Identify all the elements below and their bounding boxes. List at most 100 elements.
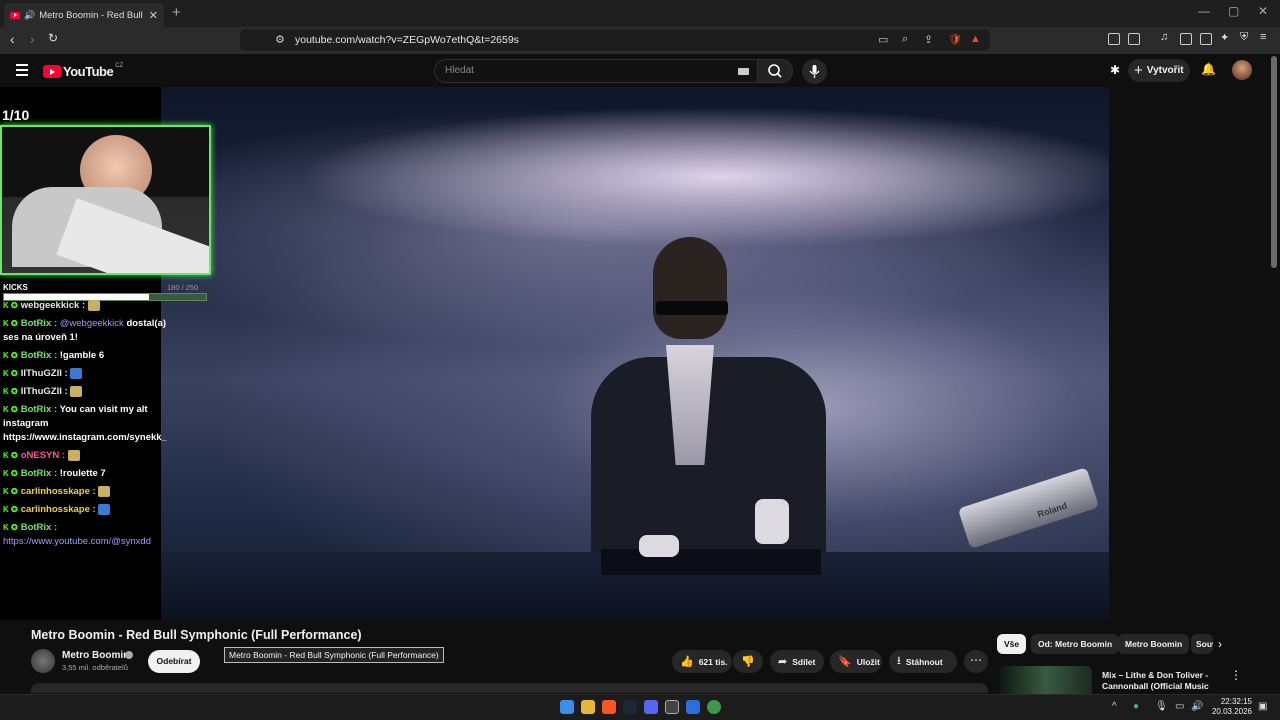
cast-icon[interactable]: ▭ (878, 33, 888, 46)
chat-username[interactable]: BotRix : (21, 522, 57, 533)
clock-time[interactable]: 22:32:15 (1216, 697, 1252, 706)
chat-username[interactable]: webgeekkick : (21, 300, 88, 311)
close-tab-icon[interactable]: ✕ (149, 9, 158, 22)
recommendation-thumbnail[interactable] (1000, 666, 1092, 694)
subscribe-button[interactable]: Odebírat (148, 650, 200, 673)
hamburger-menu-icon[interactable] (16, 64, 28, 79)
obs-icon[interactable] (665, 700, 679, 714)
browser-tab[interactable]: 🔊 Metro Boomin - Red Bull Symphonic (Ful… (4, 3, 164, 27)
chat-username[interactable]: BotRix : (21, 318, 60, 329)
sidebar-icon[interactable] (1128, 33, 1140, 45)
share-button[interactable]: ➦ Sdílet (770, 650, 824, 673)
back-icon[interactable]: ‹ (10, 31, 15, 47)
kick-badge-icon: K ✪ (3, 301, 18, 310)
chat-username[interactable]: IIThuGZII : (21, 368, 71, 379)
url-text[interactable]: youtube.com/watch?v=ZEGpWo7ethQ&t=2659s (295, 34, 519, 46)
vpn-icon[interactable]: ⛨ (1240, 31, 1248, 44)
like-button[interactable]: 👍 621 tis. (672, 650, 732, 673)
media-icon[interactable]: ♫ (1160, 31, 1168, 43)
channel-avatar[interactable] (31, 649, 55, 673)
chat-link[interactable]: https://www.youtube.com/@synxdd (3, 535, 183, 549)
omnibox[interactable]: ⚙ youtube.com/watch?v=ZEGpWo7ethQ&t=2659… (240, 29, 990, 51)
recommendation-title[interactable]: Mix – Lithe & Don Toliver - Cannonball (… (1102, 670, 1212, 694)
minimize-button[interactable]: — (1198, 4, 1210, 18)
page-scrollbar[interactable] (1271, 56, 1277, 268)
wallet-icon[interactable] (1200, 33, 1212, 45)
chat-username[interactable]: carlinhosskape : (21, 504, 99, 515)
brave-browser-icon[interactable] (602, 700, 616, 714)
chat-emote-icon (70, 385, 83, 397)
download-button[interactable]: ⭳ Stáhnout (889, 650, 957, 673)
app-icon[interactable] (686, 700, 700, 714)
close-window-button[interactable]: ✕ (1258, 4, 1268, 18)
site-info-icon[interactable]: ⚙ (275, 33, 285, 46)
notification-center-icon[interactable]: ▣ (1258, 701, 1267, 712)
kick-badge-icon: K ✪ (3, 487, 18, 496)
discord-icon[interactable] (644, 700, 658, 714)
maximize-button[interactable]: ▢ (1228, 4, 1239, 18)
chat-username[interactable]: IIThuGZII : (21, 386, 71, 397)
dislike-button[interactable]: 👎 (733, 650, 763, 673)
recommendation-menu-icon[interactable]: ⋮ (1230, 668, 1242, 682)
premium-sparkle-icon[interactable]: ✱ (1110, 63, 1120, 77)
reading-list-icon[interactable] (1180, 33, 1192, 45)
tray-app-icon[interactable]: ● (1133, 701, 1139, 712)
microphone-icon (809, 65, 820, 78)
keyboard-icon[interactable] (738, 68, 749, 75)
chat-username[interactable]: BotRix : (21, 468, 60, 479)
chip-all[interactable]: Vše (997, 634, 1027, 654)
create-button[interactable]: + Vytvořit (1128, 59, 1190, 82)
account-avatar[interactable] (1232, 60, 1252, 80)
share-icon[interactable]: ⇪ (924, 33, 933, 46)
network-icon[interactable]: ▭ (1175, 701, 1184, 712)
performer-head (653, 237, 727, 339)
chat-mention[interactable]: @webgeekkick (60, 318, 127, 329)
reload-icon[interactable]: ↻ (48, 31, 58, 45)
chat-message: K ✪ IIThuGZII : (3, 385, 183, 399)
leo-ai-icon[interactable]: ✦ (1220, 31, 1229, 44)
notifications-bell-icon[interactable]: 🔔 (1201, 62, 1216, 76)
chat-username[interactable]: BotRix : (21, 404, 60, 415)
brave-shield-icon[interactable]: 🛡 (948, 33, 962, 46)
volume-icon[interactable]: 🔊 (1191, 701, 1203, 712)
address-toolbar: ‹ › ↻ 🔖 ⚙ youtube.com/watch?v=ZEGpWo7eth… (0, 27, 1280, 54)
chat-username[interactable]: oNESYN : (21, 450, 68, 461)
voice-search-button[interactable] (802, 59, 827, 84)
extensions-icon[interactable] (1108, 33, 1120, 45)
description-box[interactable] (31, 683, 988, 693)
more-actions-button[interactable]: ⋯ (964, 650, 988, 673)
performer-left-hand (639, 535, 679, 557)
thumbs-down-icon: 👎 (741, 656, 755, 668)
speaker-icon[interactable]: 🔊 (24, 10, 35, 21)
dj-mixer (601, 549, 821, 575)
chip-related[interactable]: Související (1191, 634, 1213, 654)
chat-username[interactable]: BotRix : (21, 350, 60, 361)
new-tab-button[interactable]: + (172, 4, 181, 21)
save-button[interactable]: 🔖 Uložit (830, 650, 882, 673)
clock-date[interactable]: 20.03.2026 (1208, 707, 1252, 716)
tray-mic-icon[interactable]: 🎙 (1155, 701, 1168, 712)
youtube-logo[interactable]: YouTube CZ (43, 63, 123, 79)
file-explorer-icon[interactable] (581, 700, 595, 714)
chat-message: K ✪ BotRix : You can visit my alt instagr… (3, 403, 183, 445)
chip-from-channel[interactable]: Od: Metro Boomin (1031, 634, 1120, 654)
chip-metro-boomin[interactable]: Metro Boomin (1118, 634, 1190, 654)
video-frame[interactable]: Roland (161, 87, 1109, 620)
streamer-webcam (0, 125, 211, 275)
chevron-right-icon[interactable]: › (1218, 637, 1222, 651)
zoom-icon[interactable]: ⌕ (902, 33, 908, 46)
start-icon[interactable] (560, 700, 574, 714)
chat-username[interactable]: carlinhosskape : (21, 486, 99, 497)
forward-icon[interactable]: › (30, 31, 35, 47)
search-input[interactable]: Hledat (434, 59, 758, 83)
channel-name[interactable]: Metro Boomin (62, 650, 129, 661)
menu-icon[interactable]: ≡ (1260, 31, 1266, 43)
tray-chevron-icon[interactable]: ^ (1112, 701, 1117, 712)
kick-badge-icon: K ✪ (3, 319, 18, 328)
search-button[interactable] (757, 59, 793, 83)
steam-icon[interactable] (623, 700, 637, 714)
chrome-icon[interactable] (707, 700, 721, 714)
thumbs-up-icon: 👍 (680, 656, 694, 668)
brave-rewards-icon[interactable]: ▲ (970, 33, 981, 45)
video-title: Metro Boomin - Red Bull Symphonic (Full … (31, 628, 362, 642)
